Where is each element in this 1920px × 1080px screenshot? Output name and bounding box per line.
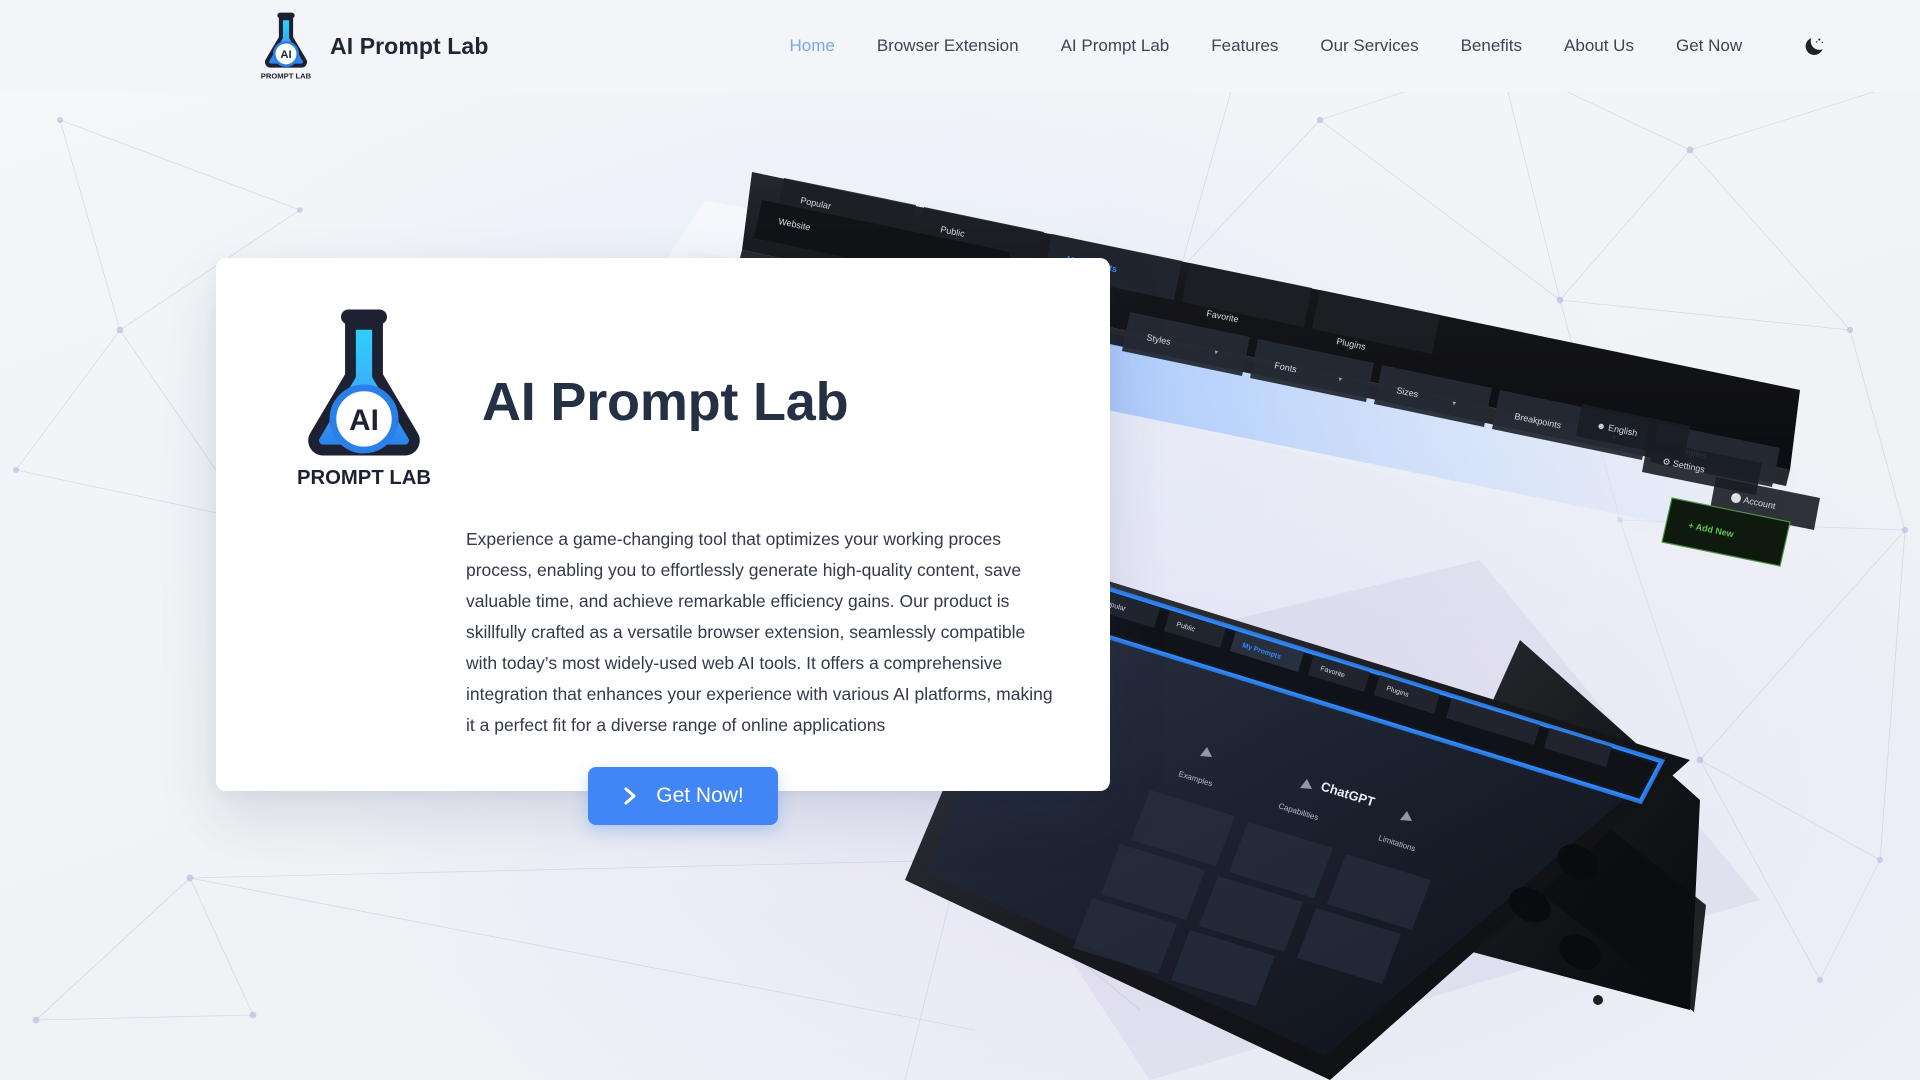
toolbar-tab-plugins: Plugins — [1336, 336, 1367, 352]
hero-card-header: AI PROMPT LAB AI Prompt Lab — [216, 258, 1110, 496]
nav-item-get-now[interactable]: Get Now — [1655, 30, 1763, 62]
tablet-kickstand — [1390, 640, 1700, 1010]
nav-item-browser-extension[interactable]: Browser Extension — [856, 30, 1040, 62]
chevron-right-icon — [624, 787, 636, 805]
hero-description: Experience a game-changing tool that opt… — [466, 529, 1053, 735]
toolbar-utility-account: ⚪ Account — [1730, 491, 1777, 511]
tablet-toolbar-frame — [1062, 578, 1662, 802]
hero-title: AI Prompt Lab — [482, 372, 849, 432]
nav-item-ai-prompt-lab[interactable]: AI Prompt Lab — [1040, 30, 1191, 62]
svg-text:Capabilities: Capabilities — [1277, 801, 1319, 822]
get-now-button-label: Get Now! — [656, 783, 744, 807]
nav-item-our-services[interactable]: Our Services — [1299, 30, 1439, 62]
moon-icon — [1805, 38, 1824, 55]
svg-text:Limitations: Limitations — [1377, 833, 1416, 853]
svg-text:My Prompts: My Prompts — [1241, 642, 1281, 661]
toolbar-control-styles: Styles — [1146, 332, 1173, 347]
brand-name: AI Prompt Lab — [330, 32, 489, 59]
svg-text:▾: ▾ — [1338, 376, 1343, 384]
svg-text:Favorite: Favorite — [1319, 665, 1345, 679]
toolbar-control-samples: Samples — [1672, 444, 1709, 461]
toolbar-utility-settings: ⚙ Settings — [1662, 456, 1707, 475]
toolbar-field-website: Website — [778, 216, 812, 232]
toolbar-button-add-new: + Add New — [1688, 520, 1736, 539]
tablet-app-title: ChatGPT — [1319, 779, 1377, 810]
hero-card: AI PROMPT LAB AI Prompt Lab Experience a… — [216, 258, 1110, 825]
page-root: Popular Public My Prompts Favorite Plugi… — [0, 0, 1920, 1080]
svg-text:AI: AI — [280, 49, 291, 61]
toolbar-tab-public: Public — [940, 224, 967, 239]
site-header: AI PROMPT LAB AI Prompt Lab Home Browser… — [0, 0, 1920, 92]
nav-item-features[interactable]: Features — [1190, 30, 1299, 62]
toolbar-utility-english: ☻ English — [1596, 420, 1639, 438]
toolbar-control-breakpoints: Breakpoints — [1514, 411, 1563, 430]
svg-text:PROMPT LAB: PROMPT LAB — [297, 467, 431, 489]
toolbar-tab-popular: Popular — [800, 195, 832, 211]
dark-mode-toggle[interactable] — [1797, 29, 1831, 63]
brand-logo-group[interactable]: AI PROMPT LAB AI Prompt Lab — [258, 9, 488, 83]
get-now-button[interactable]: Get Now! — [588, 766, 778, 825]
nav-item-about-us[interactable]: About Us — [1543, 30, 1655, 62]
svg-text:Examples: Examples — [1177, 769, 1213, 788]
toolbar-control-fonts: Fonts — [1274, 360, 1299, 374]
hero-cta-container: Get Now! — [216, 766, 1110, 825]
svg-text:Plugins: Plugins — [1385, 685, 1409, 699]
svg-text:▾: ▾ — [1612, 434, 1617, 442]
svg-text:▾: ▾ — [1214, 349, 1219, 357]
toolbar-control-sizes: Sizes — [1396, 385, 1420, 399]
nav-item-benefits[interactable]: Benefits — [1440, 30, 1543, 62]
main-navigation: Home Browser Extension AI Prompt Lab Fea… — [768, 29, 1831, 63]
toolbar-tab-favorite: Favorite — [1206, 308, 1240, 324]
flask-logo-icon: AI PROMPT LAB — [297, 309, 431, 489]
svg-text:PROMPT LAB: PROMPT LAB — [261, 71, 312, 80]
flask-logo-icon: AI PROMPT LAB — [261, 12, 312, 80]
svg-text:AI: AI — [349, 404, 379, 437]
nav-item-home[interactable]: Home — [768, 30, 855, 62]
svg-text:Public: Public — [1175, 621, 1196, 634]
svg-text:▾: ▾ — [1452, 400, 1457, 408]
